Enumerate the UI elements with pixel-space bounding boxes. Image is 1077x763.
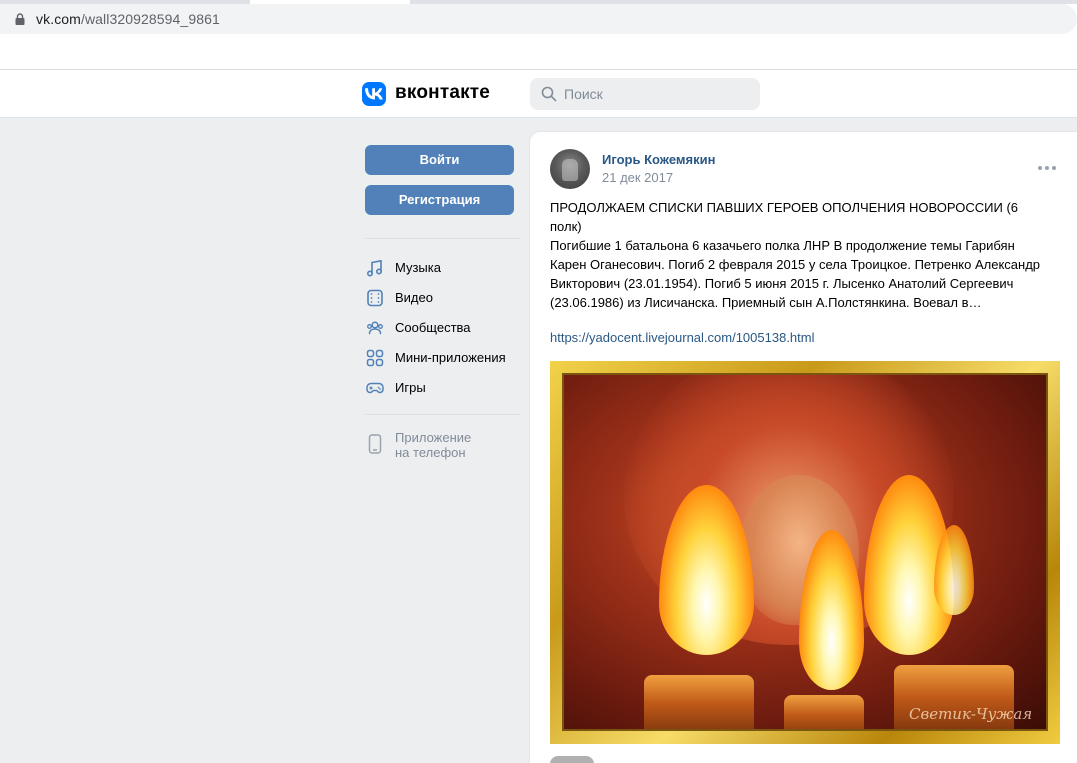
candle: [784, 695, 864, 729]
candle: [644, 675, 754, 729]
login-button[interactable]: Войти: [365, 145, 514, 175]
register-button[interactable]: Регистрация: [365, 185, 514, 215]
search-box: [530, 78, 760, 110]
sidebar-item-label: Игры: [395, 380, 426, 395]
browser-toolbar-space: [0, 34, 1077, 69]
phone-app-label: Приложение на телефон: [395, 430, 471, 460]
url-path: /wall320928594_9861: [80, 11, 220, 27]
phone-app-line2: на телефон: [395, 445, 466, 460]
search-input[interactable]: [564, 78, 754, 110]
post-link[interactable]: https://yadocent.livejournal.com/1005138…: [550, 330, 815, 345]
sidebar-item-label: Видео: [395, 290, 433, 305]
phone-app-link[interactable]: Приложение на телефон: [365, 428, 520, 464]
url-text[interactable]: vk.com/wall320928594_9861: [36, 11, 220, 27]
gamepad-icon: [366, 382, 384, 394]
vk-brand-name[interactable]: вконтакте: [395, 82, 490, 104]
address-pill[interactable]: vk.com/wall320928594_9861: [0, 4, 1077, 34]
sidebar-item-label: Сообщества: [395, 320, 471, 335]
phone-app-line1: Приложение: [395, 430, 472, 445]
communities-icon: [367, 321, 383, 335]
music-icon: [366, 260, 383, 277]
lock-icon[interactable]: [15, 13, 25, 25]
mini-apps-icon: [366, 349, 384, 367]
sidebar-item-games[interactable]: Игры: [365, 373, 520, 401]
post-image[interactable]: Светик-Чужая: [550, 361, 1060, 744]
browser-address-bar: vk.com/wall320928594_9861: [0, 4, 1077, 34]
image-signature: Светик-Чужая: [909, 705, 1033, 723]
sidebar-item-label: Мини-приложения: [395, 350, 506, 365]
candles-icon-image: Светик-Чужая: [562, 373, 1048, 731]
avatar[interactable]: [550, 149, 590, 189]
video-icon: [367, 289, 383, 307]
sidebar-item-mini-apps[interactable]: Мини-приложения: [365, 343, 520, 371]
search-icon: [541, 86, 557, 102]
sidebar-item-music[interactable]: Музыка: [365, 253, 520, 281]
post-title: ПРОДОЛЖАЕМ СПИСКИ ПАВШИХ ГЕРОЕВ ОПОЛЧЕНИ…: [550, 200, 1019, 234]
sidebar-item-communities[interactable]: Сообщества: [365, 313, 520, 341]
wall-post: Игорь Кожемякин 21 дек 2017 ПРОДОЛЖАЕМ С…: [530, 132, 1077, 763]
sidebar-divider: [365, 414, 520, 415]
sidebar-item-label: Музыка: [395, 260, 441, 275]
post-date[interactable]: 21 дек 2017: [602, 170, 673, 185]
more-options-icon[interactable]: [1038, 166, 1056, 172]
sidebar-divider: [365, 238, 520, 239]
post-author[interactable]: Игорь Кожемякин: [602, 152, 715, 167]
phone-icon: [368, 434, 382, 454]
url-host: vk.com: [36, 11, 81, 27]
vk-logo-icon[interactable]: [362, 82, 386, 106]
post-body: Погибшие 1 батальона 6 казачьего полка Л…: [550, 238, 1041, 310]
next-post-avatar-partial: [550, 756, 594, 763]
sidebar-item-video[interactable]: Видео: [365, 283, 520, 311]
vk-header: вконтакте: [0, 70, 1077, 118]
